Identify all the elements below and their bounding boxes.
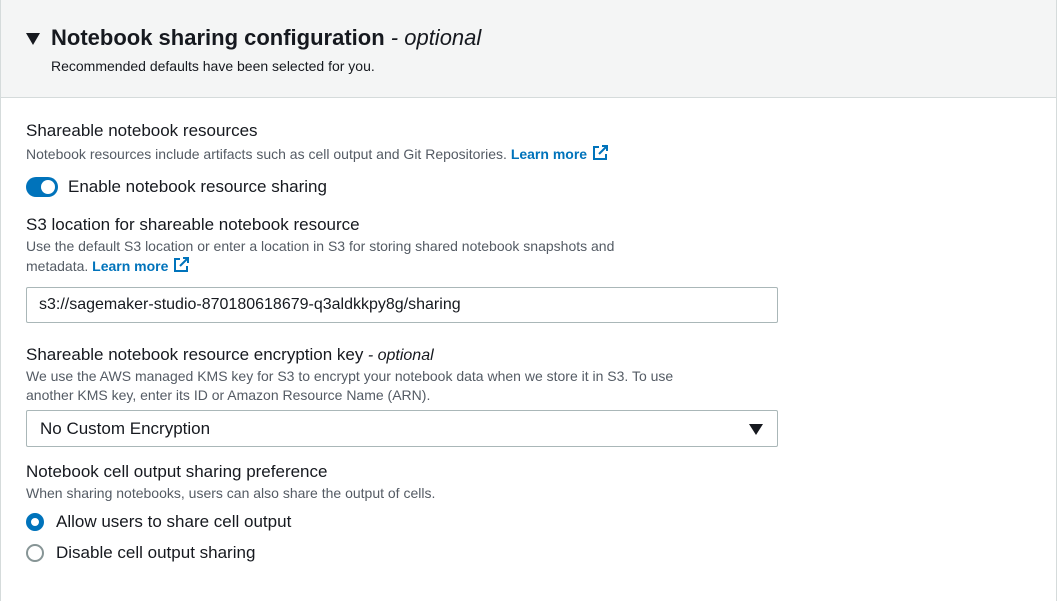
caret-down-icon[interactable] <box>25 32 41 46</box>
encryption-key-selected-value: No Custom Encryption <box>40 419 211 438</box>
encryption-description-line2: another KMS key, enter its ID or Amazon … <box>26 387 431 403</box>
s3-location-label: S3 location for shareable notebook resou… <box>26 215 360 234</box>
resources-description: Notebook resources include artifacts suc… <box>26 145 609 164</box>
encryption-description-line1: We use the AWS managed KMS key for S3 to… <box>26 368 674 384</box>
encryption-key-optional: - optional <box>363 347 434 364</box>
external-link-icon <box>593 145 609 160</box>
section-title: Notebook sharing configuration - optiona… <box>51 24 481 52</box>
radio-label-disable[interactable]: Disable cell output sharing <box>56 542 255 564</box>
s3-learn-more-link[interactable]: Learn more <box>92 257 190 274</box>
s3-learn-more-text: Learn more <box>92 258 169 274</box>
s3-description-line2-text: metadata. <box>26 258 89 274</box>
s3-description-line1: Use the default S3 location or enter a l… <box>26 238 615 254</box>
radio-button-disable[interactable] <box>26 544 44 562</box>
section-header[interactable]: Notebook sharing configuration - optiona… <box>1 0 1056 98</box>
cell-output-description: When sharing notebooks, users can also s… <box>26 485 436 501</box>
resources-description-text: Notebook resources include artifacts suc… <box>26 146 507 162</box>
section-title-text: Notebook sharing configuration <box>51 25 385 50</box>
resources-label: Shareable notebook resources <box>26 121 258 140</box>
resource-sharing-toggle[interactable] <box>26 177 58 197</box>
encryption-key-label-text: Shareable notebook resource encryption k… <box>26 345 364 364</box>
radio-label-allow[interactable]: Allow users to share cell output <box>56 511 291 533</box>
external-link-icon <box>174 257 190 272</box>
resources-learn-more-link[interactable]: Learn more <box>510 145 609 162</box>
radio-button-allow[interactable] <box>26 513 44 531</box>
s3-description-line2: metadata. Learn more <box>26 257 190 276</box>
s3-location-input[interactable] <box>26 287 778 323</box>
resource-sharing-toggle-label[interactable]: Enable notebook resource sharing <box>68 176 327 198</box>
toggle-knob <box>41 180 55 194</box>
encryption-key-label: Shareable notebook resource encryption k… <box>26 344 434 367</box>
cell-output-label: Notebook cell output sharing preference <box>26 462 328 481</box>
notebook-sharing-panel: Notebook sharing configuration - optiona… <box>0 0 1057 601</box>
section-description: Recommended defaults have been selected … <box>51 58 375 74</box>
resources-learn-more-text: Learn more <box>510 146 588 162</box>
dropdown-caret-icon <box>749 424 763 435</box>
encryption-key-select[interactable]: No Custom Encryption <box>26 410 778 447</box>
section-title-optional: - optional <box>384 25 482 50</box>
